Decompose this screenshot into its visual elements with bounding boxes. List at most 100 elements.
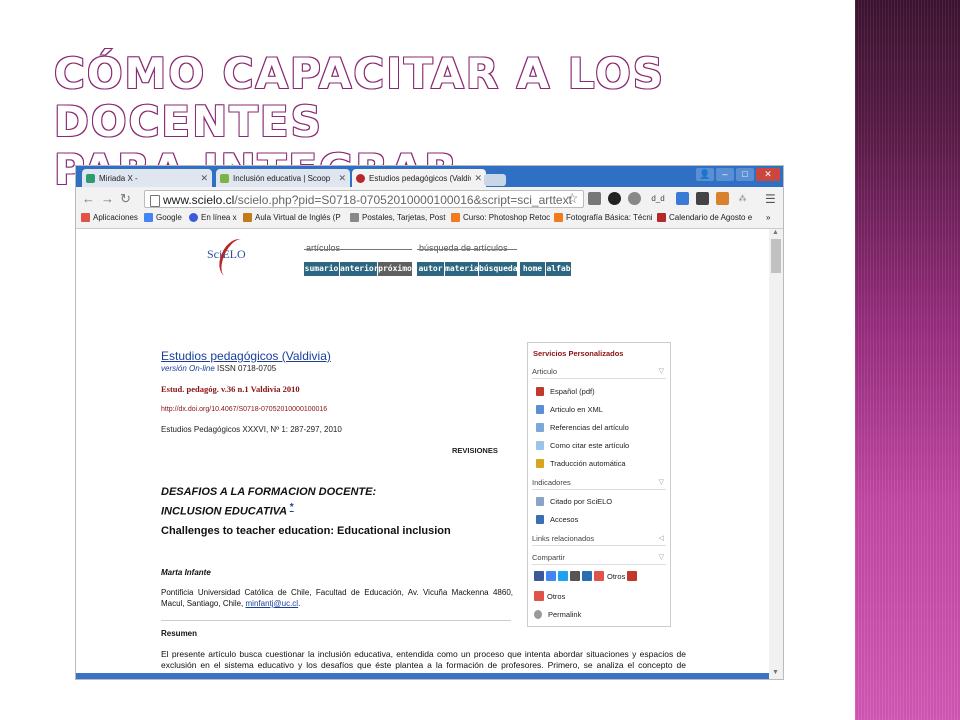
nav-proximo-button[interactable]: próximo: [378, 262, 412, 276]
back-arrow-icon[interactable]: ←: [82, 191, 95, 207]
bookmark-calendario[interactable]: Calendario de Agosto e: [657, 213, 752, 222]
panel-section-articulo[interactable]: Articulo ▽: [532, 367, 666, 379]
tab-inclusion-educativa[interactable]: Inclusión educativa | Scoop ✕: [216, 169, 350, 187]
bookmark-photoshop[interactable]: Curso: Photoshop Retoc: [451, 213, 550, 222]
facebook-icon[interactable]: [534, 571, 544, 581]
twitter-icon[interactable]: [558, 571, 568, 581]
profile-icon[interactable]: 👤: [696, 168, 714, 181]
section-label: REVISIONES: [452, 446, 498, 455]
linkedin-icon[interactable]: [582, 571, 592, 581]
tab-estudios-pedagogicos[interactable]: Estudios pedagógicos (Valdiv ✕: [352, 169, 486, 187]
panel-section-links[interactable]: Links relacionados ◁: [532, 534, 666, 546]
scrollbar-thumb[interactable]: [771, 239, 781, 273]
citation-icon: [536, 497, 544, 506]
bookmark-en-linea[interactable]: En línea x: [189, 213, 237, 222]
panel-item-referencias[interactable]: Referencias del artículo: [536, 423, 629, 432]
menu-icon[interactable]: ☰: [765, 192, 776, 206]
bar-chart-icon: [536, 515, 544, 524]
site-icon: [657, 213, 666, 222]
title-footnote-link[interactable]: *: [290, 502, 294, 513]
vertical-scrollbar[interactable]: ▲ ▼: [769, 229, 783, 679]
bookmark-label: Fotografía Básica: Técni: [566, 213, 653, 222]
nav-busqueda-button[interactable]: búsqueda: [479, 262, 518, 276]
bookmark-label: Curso: Photoshop Retoc: [463, 213, 551, 222]
panel-item-citar[interactable]: Como citar este artículo: [536, 441, 629, 450]
translate-icon[interactable]: ⁂: [736, 192, 749, 205]
chevron-down-icon: ▽: [658, 479, 664, 486]
chevron-down-icon: ▽: [658, 554, 664, 561]
addthis-plus-icon[interactable]: [534, 591, 544, 601]
panel-section-indicadores[interactable]: Indicadores ▽: [532, 478, 666, 490]
pdf-icon: [536, 387, 544, 396]
delicious-icon[interactable]: [570, 571, 580, 581]
bookmark-aplicaciones[interactable]: Aplicaciones: [81, 213, 138, 222]
journal-title-link[interactable]: Estudios pedagógicos (Valdivia): [161, 349, 331, 363]
issn-value: ISSN 0718-0705: [217, 364, 277, 373]
addthis-plus-icon[interactable]: [594, 571, 604, 581]
panel-item-label: Citado por SciELO: [550, 497, 613, 506]
nav-autor-button[interactable]: autor: [417, 262, 444, 276]
permalink-link[interactable]: Permalink: [534, 610, 581, 619]
extension-icon[interactable]: [716, 192, 729, 205]
article-subtitle: Challenges to teacher education: Educati…: [161, 525, 451, 537]
tab-miriada[interactable]: Miriada X - ✕: [82, 169, 212, 187]
doi-link[interactable]: http://dx.doi.org/10.4067/S0718-07052010…: [161, 406, 327, 413]
article-title-line-1: DESAFIOS A LA FORMACION DOCENTE:: [161, 486, 377, 498]
minimize-window-button[interactable]: –: [716, 168, 734, 181]
address-bar[interactable]: www.scielo.cl/scielo.php?pid=S0718-07052…: [144, 190, 584, 208]
share-otros-label[interactable]: Otros: [547, 592, 565, 601]
bookmark-star-icon[interactable]: ☆: [566, 190, 579, 207]
maximize-window-button[interactable]: □: [736, 168, 754, 181]
chevron-down-icon: ▽: [658, 368, 664, 375]
nav-materia-button[interactable]: materia: [445, 262, 479, 276]
panel-item-accesos[interactable]: Accesos: [536, 515, 578, 524]
browser-screenshot: Miriada X - ✕ Inclusión educativa | Scoo…: [75, 165, 784, 680]
panel-item-xml[interactable]: Articulo en XML: [536, 405, 603, 414]
document-icon: [536, 441, 544, 450]
issn-line: versión On-line ISSN 0718-0705: [161, 364, 276, 373]
google-icon[interactable]: [546, 571, 556, 581]
scielo-logo[interactable]: SciELO: [207, 234, 254, 282]
nav-alfab-button[interactable]: alfab: [546, 262, 571, 276]
author-affiliation: Pontificia Universidad Católica de Chile…: [161, 588, 513, 608]
extension-icon[interactable]: [676, 192, 689, 205]
permalink-label: Permalink: [548, 610, 582, 619]
section-label: Links relacionados: [532, 534, 595, 543]
bookmark-postales[interactable]: Postales, Tarjetas, Post: [350, 213, 445, 222]
decorative-side-stripe: [855, 0, 960, 720]
section-label: Articulo: [532, 367, 558, 376]
extension-icon[interactable]: [588, 192, 601, 205]
scroll-down-icon[interactable]: ▼: [772, 669, 779, 676]
panel-item-citado[interactable]: Citado por SciELO: [536, 497, 612, 506]
bookmark-aula-virtual[interactable]: Aula Virtual de Inglés (P: [243, 213, 341, 222]
extension-icon[interactable]: [696, 192, 709, 205]
servicios-panel: Servicios Personalizados Articulo ▽ Españ…: [527, 342, 671, 627]
close-tab-icon[interactable]: ✕: [200, 173, 208, 184]
nav-home-button[interactable]: home: [520, 262, 545, 276]
close-tab-icon[interactable]: ✕: [338, 173, 346, 184]
panel-item-traduccion[interactable]: Traducción automática: [536, 459, 626, 468]
nav-sumario-button[interactable]: sumario: [304, 262, 339, 276]
reload-icon[interactable]: ↻: [120, 191, 131, 207]
extension-icon[interactable]: [628, 192, 641, 205]
panel-item-pdf[interactable]: Español (pdf): [536, 387, 595, 396]
author-email-link[interactable]: minfantj@uc.cl: [246, 599, 299, 608]
forward-arrow-icon[interactable]: →: [101, 191, 114, 207]
blogger-icon: [554, 213, 563, 222]
share-otros-label[interactable]: Otros: [607, 572, 625, 581]
nav-anterior-button[interactable]: anterior: [340, 262, 379, 276]
close-tab-icon[interactable]: ✕: [474, 173, 482, 184]
new-tab-button[interactable]: [484, 174, 506, 186]
blogger-icon: [451, 213, 460, 222]
scroll-up-icon[interactable]: ▲: [772, 229, 779, 236]
bookmark-google[interactable]: Google: [144, 213, 182, 222]
bookmarks-overflow[interactable]: »: [766, 213, 770, 222]
tab-label: Miriada X -: [99, 173, 138, 183]
close-window-button[interactable]: ✕: [756, 168, 780, 181]
panel-section-compartir[interactable]: Compartir ▽: [532, 553, 666, 565]
mendeley-icon[interactable]: [627, 571, 638, 581]
extension-icon[interactable]: [608, 192, 621, 205]
extension-dd-label[interactable]: d_d: [648, 192, 668, 205]
nav-group-label-busqueda: búsqueda de artículos: [419, 243, 508, 253]
bookmark-fotografia[interactable]: Fotografía Básica: Técni: [554, 213, 653, 222]
